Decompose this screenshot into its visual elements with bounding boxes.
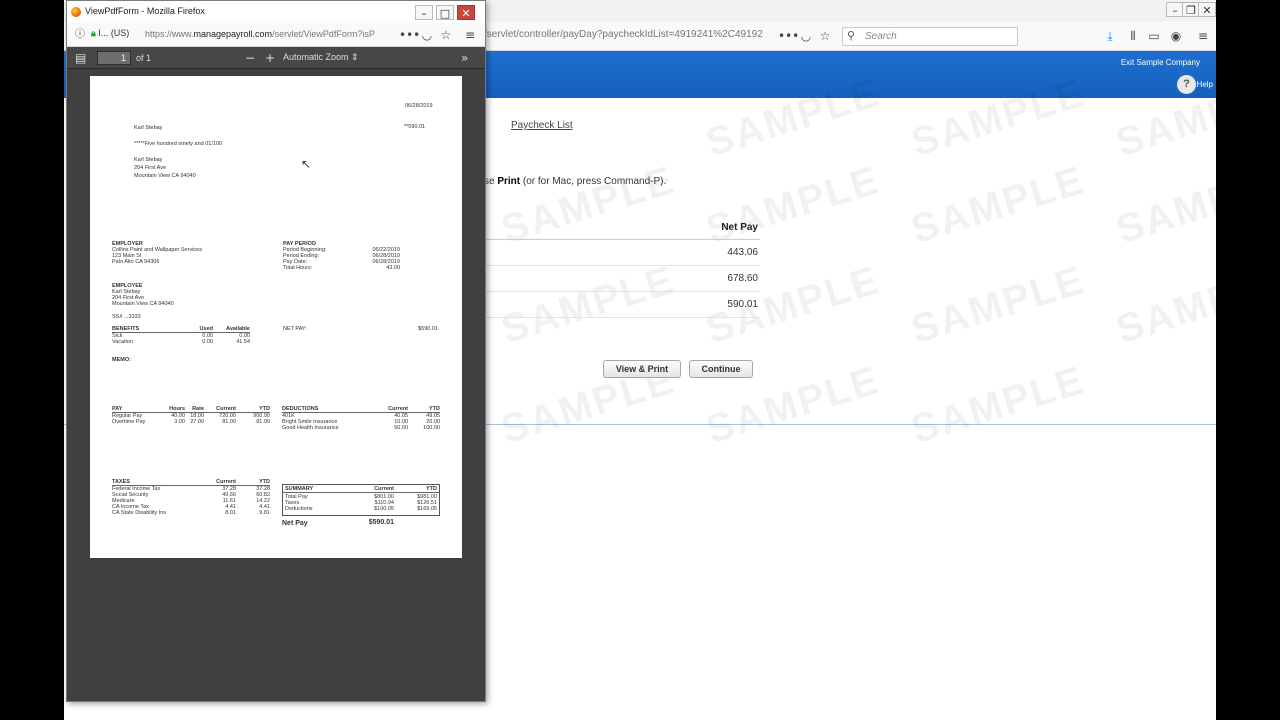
zoom-select[interactable]: Automatic Zoom ⇕ <box>283 52 359 63</box>
mouse-cursor-icon: ↖ <box>301 157 312 171</box>
firefox-logo-icon <box>71 7 81 17</box>
sidebar-icon[interactable]: ▭ <box>1145 27 1163 45</box>
deductions-cell: Good Health Insurance <box>282 425 339 431</box>
pocket-icon[interactable]: ◡ <box>797 27 815 45</box>
net-pay-label: NET PAY: <box>283 326 307 332</box>
pdf-window-title: ViewPdfForm - Mozilla Firefox <box>85 6 205 16</box>
check-address-line: 204 First Ave <box>134 165 166 171</box>
pdf-url-field[interactable]: https://www.managepayroll.com/servlet/Vi… <box>145 29 395 39</box>
pdf-window-titlebar: ViewPdfForm - Mozilla Firefox – □ ✕ <box>67 1 485 23</box>
deductions-cell: 100.00 <box>423 425 440 431</box>
pay-cell: 3.00 <box>174 419 185 425</box>
employer-line: Palo Alto CA 94306 <box>112 259 160 265</box>
desktop-screen: – ❐ ✕ /servlet/controller/payDay?paychec… <box>64 0 1216 720</box>
taxes-cell: CA State Disability Ins <box>112 510 167 516</box>
bookmark-star-icon[interactable]: ☆ <box>816 27 834 45</box>
pocket-icon[interactable]: ◡ <box>418 26 436 44</box>
help-label[interactable]: Help <box>1197 80 1213 89</box>
memo-label: MEMO: <box>112 357 131 363</box>
pdf-page: 06/28/2019 Karl Stebay **590.01 *****Fiv… <box>90 76 462 558</box>
sample-watermark: SAMPLE <box>906 257 1091 353</box>
help-icon[interactable]: ? <box>1177 75 1196 94</box>
menu-icon[interactable]: ≡ <box>461 26 479 44</box>
benefits-cell: 41.54 <box>236 339 250 345</box>
search-input[interactable]: ⚲ Search <box>842 27 1018 46</box>
view-print-button[interactable]: View & Print <box>603 360 681 378</box>
print-instructions: se Print (or for Mac, press Command-P). <box>484 176 667 187</box>
exit-company-link[interactable]: Exit Sample Company <box>1121 58 1200 67</box>
pay-cell: Overtime Pay <box>112 419 146 425</box>
menu-icon[interactable]: ≡ <box>1194 27 1212 45</box>
sample-watermark: SAMPLE <box>1111 257 1216 353</box>
search-icon: ⚲ <box>847 29 856 42</box>
pay-cell: 27.00 <box>190 419 204 425</box>
page-actions-icon[interactable]: ••• <box>399 26 420 44</box>
check-address-line: Mountain View CA 94040 <box>134 173 196 179</box>
sample-watermark: SAMPLE <box>1111 157 1216 253</box>
check-amount-words: *****Five hundred ninety and 01/100 <box>134 141 223 147</box>
table-row: 443.06 <box>484 240 760 266</box>
summary-cell: $100.05 <box>374 506 394 512</box>
more-tools-icon[interactable]: » <box>461 50 468 66</box>
maximize-icon[interactable]: □ <box>436 5 454 20</box>
benefits-cell: 0.00 <box>202 339 213 345</box>
bookmark-star-icon[interactable]: ☆ <box>437 26 455 44</box>
pdf-url-bar: ⓘ 🔒︎ I... (US) https://www.managepayroll… <box>67 23 485 47</box>
continue-button[interactable]: Continue <box>689 360 753 378</box>
check-date: 06/28/2019 <box>405 103 433 109</box>
paycheck-list-link[interactable]: Paycheck List <box>511 120 573 131</box>
account-icon[interactable]: ◉ <box>1167 27 1185 45</box>
pay-cell: 81.00 <box>256 419 270 425</box>
summary-cell: $169.05 <box>417 506 437 512</box>
taxes-cell: 8.01 <box>225 510 236 516</box>
check-amount: **590.01 <box>404 124 426 130</box>
library-icon[interactable]: ⫴ <box>1124 27 1142 45</box>
table-row: 678.60 <box>484 266 760 292</box>
summary-net-pay-label: Net Pay <box>282 520 308 527</box>
info-icon[interactable]: ⓘ <box>71 26 89 44</box>
check-address-line: Karl Stebay <box>134 157 163 163</box>
pay-period-item-label: Total Hours: <box>283 265 313 271</box>
benefits-cell: Vacation <box>112 339 133 345</box>
pay-period-item-value: 43.00 <box>386 265 400 271</box>
pdf-viewer: ▤ 1 of 1 − + Automatic Zoom ⇕ » 06/28/20… <box>67 47 485 701</box>
pdf-toolbar: ▤ 1 of 1 − + Automatic Zoom ⇕ » <box>67 47 485 69</box>
sample-watermark: SAMPLE <box>906 157 1091 253</box>
page-actions-icon[interactable]: ••• <box>778 27 799 45</box>
page-count: of 1 <box>136 53 152 63</box>
search-placeholder: Search <box>865 31 897 42</box>
close-icon[interactable]: ✕ <box>457 5 475 20</box>
close-icon[interactable]: ✕ <box>1198 2 1216 17</box>
table-row: 590.01 <box>484 292 760 318</box>
summary-cell: Deductions <box>285 506 313 512</box>
net-pay-table: Net Pay 443.06 678.60 590.01 <box>484 218 760 318</box>
check-payee: Karl Stebay <box>134 125 163 131</box>
net-pay-value: $590.01 <box>418 326 438 332</box>
zoom-out-icon[interactable]: − <box>245 50 255 66</box>
zoom-in-icon[interactable]: + <box>265 50 275 66</box>
pay-cell: 81.00 <box>222 419 236 425</box>
summary-net-pay-value: $590.01 <box>368 519 394 526</box>
sidebar-toggle-icon[interactable]: ▤ <box>75 50 86 66</box>
taxes-cell: 9.81 <box>259 510 270 516</box>
net-pay-header: Net Pay <box>484 218 760 240</box>
employee-line: Mountain View CA 94040 <box>112 301 174 307</box>
pdf-popup-window: ViewPdfForm - Mozilla Firefox – □ ✕ ⓘ 🔒︎… <box>66 0 486 702</box>
page-number-input[interactable]: 1 <box>97 51 131 65</box>
chevron-updown-icon: ⇕ <box>351 52 359 62</box>
deductions-cell: 50.00 <box>394 425 408 431</box>
download-icon[interactable]: ⤓ <box>1101 27 1119 45</box>
employee-ssn: SS# ...3333 <box>112 314 141 320</box>
minimize-icon[interactable]: – <box>415 5 433 20</box>
lock-icon: 🔒︎ <box>91 28 96 38</box>
sample-watermark: SAMPLE <box>906 357 1091 453</box>
bg-url-bar[interactable]: /servlet/controller/payDay?paycheckIdLis… <box>484 29 784 40</box>
security-indicator[interactable]: 🔒︎ I... (US) <box>91 28 129 39</box>
divider <box>283 492 439 493</box>
